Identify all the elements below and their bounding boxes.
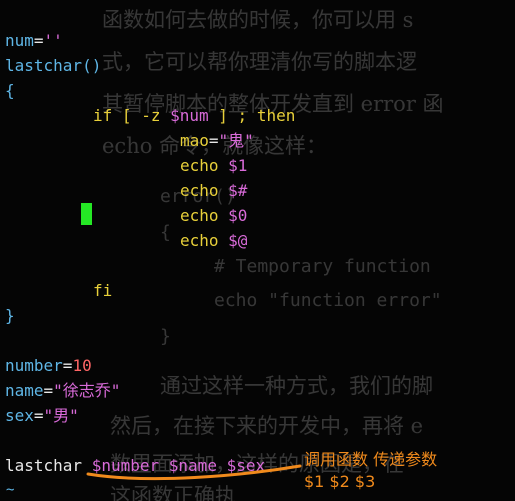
- call-annotation: 调用函数 传递参数: [304, 450, 438, 469]
- annotation-underline: [86, 464, 302, 481]
- empty-line-marker: ~: [6, 482, 15, 498]
- terminal-editor[interactable]: 函数如何去做的时候，你可以用 s 式，它可以帮你理清你写的脚本逻 其暂停脚本的整…: [0, 0, 515, 501]
- args-annotation: $1 $2 $3: [304, 472, 376, 491]
